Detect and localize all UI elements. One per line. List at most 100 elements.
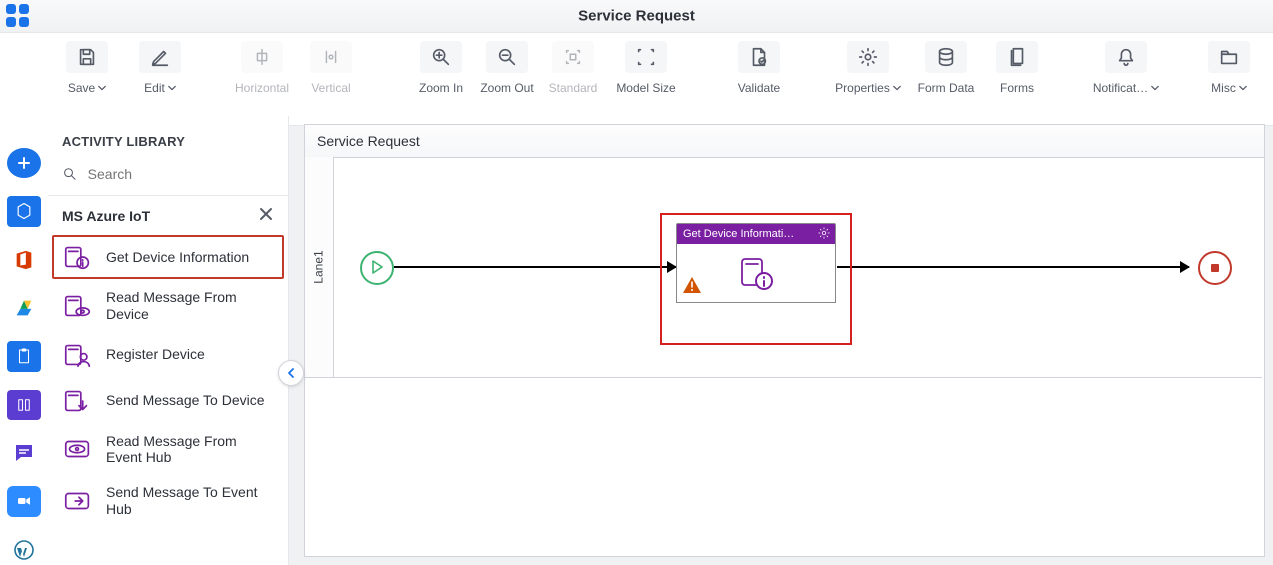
activity-item-label: Get Device Information [106,249,249,266]
activity-item-send-message-to-device[interactable]: Send Message To Device [52,379,284,423]
align-vertical-button[interactable]: Vertical [298,41,364,111]
bell-icon [1105,41,1147,73]
zoom-standard-icon [552,41,594,73]
plus-icon [16,155,32,171]
sequence-flow[interactable] [394,266,676,268]
activity-item-label: Read Message From Event Hub [106,433,274,467]
process-canvas[interactable]: Service Request Lane1 Get Device Informa… [304,124,1265,557]
warning-icon [683,277,701,298]
chevron-down-icon [1239,84,1247,92]
rail-item-drive[interactable] [7,293,41,323]
save-label: Save [68,81,95,95]
task-title-label: Get Device Informati… [683,228,794,240]
office-icon [13,249,35,271]
zoom-in-label: Zoom In [419,81,463,95]
zoom-out-label: Zoom Out [480,81,533,95]
activity-item-label: Send Message To Device [106,392,265,409]
event-hub-read-icon [62,435,94,463]
task-header[interactable]: Get Device Informati… [676,223,836,244]
align-horizontal-label: Horizontal [235,81,289,95]
add-button[interactable] [7,148,41,178]
zoom-standard-button[interactable]: Standard [540,41,606,111]
pool-header[interactable]: Service Request [305,125,1264,158]
rail-item-wordpress[interactable] [7,535,41,565]
validate-icon [738,41,780,73]
save-button[interactable]: Save [54,41,120,111]
chevron-down-icon [893,84,901,92]
activity-item-read-message-from-event-hub[interactable]: Read Message From Event Hub [52,425,284,475]
pool-title: Service Request [317,133,420,149]
notifications-label: Notificat… [1093,81,1148,95]
start-event[interactable] [360,251,394,285]
task-body[interactable] [676,244,836,303]
video-icon [15,492,33,510]
form-data-icon [925,41,967,73]
chevron-left-icon [286,368,296,378]
activity-search[interactable] [48,159,288,196]
left-rail [0,116,49,565]
device-read-icon [62,292,94,320]
lane-header[interactable]: Lane1 [305,157,334,377]
edit-icon [139,41,181,73]
send-device-icon [62,387,94,415]
activity-item-label: Register Device [106,346,205,363]
rail-item-chat[interactable] [7,438,41,468]
rail-item-clipboard[interactable] [7,341,41,371]
event-hub-send-icon [62,487,94,515]
notifications-button[interactable]: Notificat… [1080,41,1172,111]
zoom-standard-label: Standard [549,81,598,95]
activity-item-read-message-from-device[interactable]: Read Message From Device [52,281,284,331]
model-size-button[interactable]: Model Size [606,41,686,111]
columns-icon [15,396,33,414]
activity-item-send-message-to-event-hub[interactable]: Send Message To Event Hub [52,476,284,526]
form-data-button[interactable]: Form Data [908,41,984,111]
end-event[interactable] [1198,251,1232,285]
chat-icon [12,441,36,465]
collapse-panel-button[interactable] [278,360,304,386]
forms-button[interactable]: Forms [984,41,1050,111]
align-horizontal-icon [241,41,283,73]
wordpress-icon [12,538,36,562]
activity-library-title: ACTIVITY LIBRARY [48,116,288,159]
zoom-in-button[interactable]: Zoom In [408,41,474,111]
activity-item-label: Send Message To Event Hub [106,484,274,518]
lane[interactable]: Lane1 Get Device Informati… [305,157,1262,378]
rail-item-hexagon[interactable] [7,196,41,226]
clipboard-icon [15,347,33,365]
align-vertical-label: Vertical [311,81,350,95]
rail-item-columns[interactable] [7,390,41,420]
zoom-in-icon [420,41,462,73]
arrow-icon [1180,261,1190,273]
activity-search-input[interactable] [86,165,274,183]
title-bar: Service Request [0,0,1273,33]
activity-list: Get Device Information Read Message From… [48,231,288,532]
activity-item-register-device[interactable]: Register Device [52,333,284,377]
forms-label: Forms [1000,81,1034,95]
stop-icon [1211,264,1219,272]
zoom-out-button[interactable]: Zoom Out [474,41,540,111]
task-get-device-information[interactable]: Get Device Informati… [676,223,836,325]
align-horizontal-button[interactable]: Horizontal [226,41,298,111]
edit-label: Edit [144,81,165,95]
activity-item-get-device-information[interactable]: Get Device Information [52,235,284,279]
hexagon-icon [14,201,34,221]
google-drive-icon [13,297,35,319]
properties-button[interactable]: Properties [828,41,908,111]
misc-icon [1208,41,1250,73]
misc-button[interactable]: Misc [1196,41,1262,111]
rail-item-zoom[interactable] [7,486,41,516]
activity-section-header[interactable]: MS Azure IoT [48,196,288,231]
page-title: Service Request [578,8,695,25]
gear-icon[interactable] [817,226,831,243]
chevron-down-icon [1151,84,1159,92]
toolbar: Save Edit Horizontal Vertical Zoom In [0,33,1273,126]
close-icon[interactable] [258,206,274,225]
properties-icon [847,41,889,73]
rail-item-office[interactable] [7,245,41,275]
sequence-flow[interactable] [837,266,1189,268]
validate-button[interactable]: Validate [726,41,792,111]
model-size-label: Model Size [616,81,675,95]
play-icon [371,260,383,274]
edit-button[interactable]: Edit [120,41,200,111]
app-switcher-icon[interactable] [6,4,30,28]
